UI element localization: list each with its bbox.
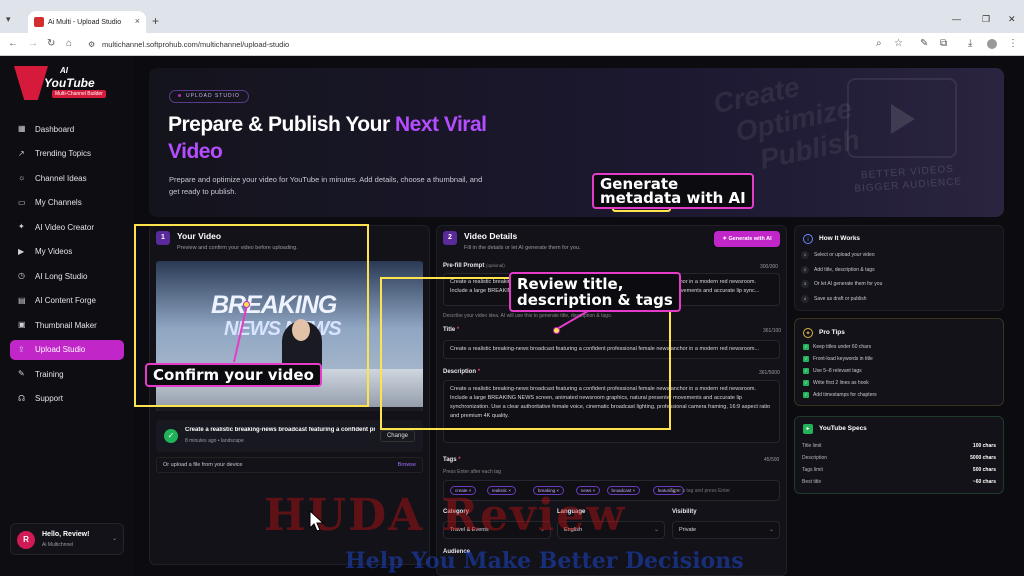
app-root: AI YouTube Multi-Channel Builder ▦ Dashbo… (0, 56, 1024, 576)
annotation-dot-video (243, 301, 250, 308)
zoom-icon[interactable]: ⌕ (876, 38, 882, 49)
favicon-icon (34, 17, 44, 27)
browser-tab[interactable]: Ai Multi - Upload Studio × (28, 11, 146, 33)
mouse-cursor-icon (309, 510, 325, 532)
extensions-icon[interactable]: ⧉ (940, 38, 947, 49)
minimize-icon[interactable]: — (952, 14, 961, 24)
profile-avatar-icon[interactable] (987, 39, 997, 49)
annotation-arrows (233, 191, 651, 363)
close-window-icon[interactable]: ✕ (1008, 14, 1016, 25)
close-tab-icon[interactable]: × (135, 16, 140, 26)
tab-search-icon[interactable]: ▾ (6, 14, 11, 25)
url-field[interactable]: multichannel.softprohub.com/multichannel… (102, 40, 289, 49)
browser-tab-bar: ▾ Ai Multi - Upload Studio × + — ❐ ✕ (0, 0, 1024, 33)
bookmark-star-icon[interactable]: ☆ (894, 38, 903, 49)
site-info-icon[interactable]: ⚙ (88, 40, 95, 49)
reload-icon[interactable]: ↻ (47, 38, 55, 49)
callout-confirm: Confirm your video (145, 363, 322, 387)
annotation-dot-details (553, 327, 560, 334)
menu-kebab-icon[interactable]: ⋮ (1008, 38, 1018, 49)
restore-icon[interactable]: ❐ (982, 14, 990, 25)
new-tab-icon[interactable]: + (152, 14, 159, 28)
forward-icon[interactable]: → (28, 38, 38, 49)
arrow-confirm (233, 304, 248, 363)
download-icon[interactable]: ⤓ (968, 38, 972, 49)
address-bar: ← → ↻ ⌂ ⚙ multichannel.softprohub.com/mu… (0, 33, 1024, 56)
callout-generate: Generate metadata with AI (592, 173, 754, 209)
home-icon[interactable]: ⌂ (66, 38, 72, 49)
tab-title: Ai Multi - Upload Studio (48, 18, 122, 26)
back-icon[interactable]: ← (8, 38, 18, 49)
callout-review: Review title, description & tags (509, 272, 681, 312)
pen-icon[interactable]: ✎ (920, 38, 928, 49)
